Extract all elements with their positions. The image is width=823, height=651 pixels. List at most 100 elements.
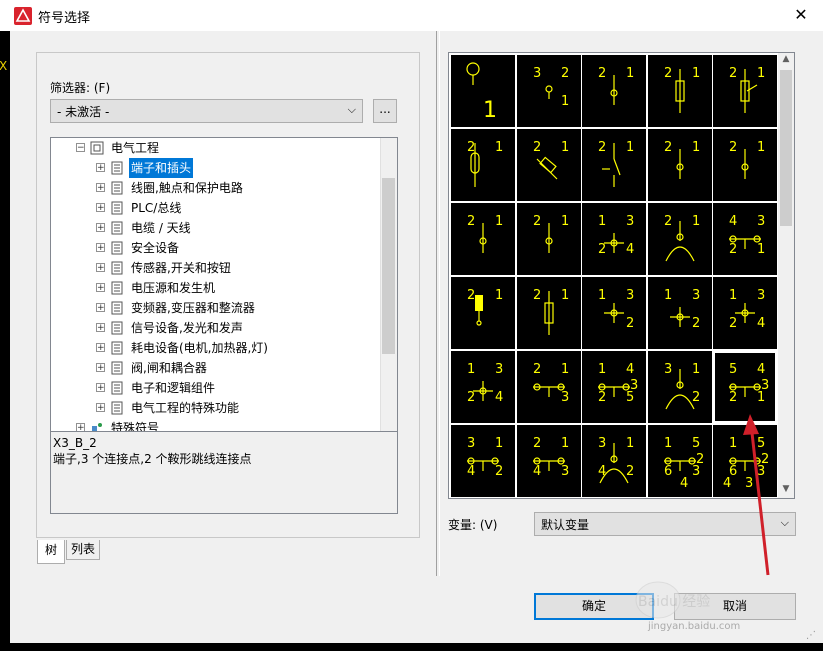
watermark-text: Baidu 经验 — [638, 594, 710, 610]
symbol-pin-label: 1 — [664, 288, 672, 303]
symbol-pin-label: 4 — [757, 316, 765, 331]
expand-icon[interactable]: + — [96, 383, 105, 393]
symbol-cell[interactable]: 1 3 2 4 — [451, 425, 515, 497]
symbol-cell[interactable]: 1 2 3 4 — [517, 425, 581, 497]
splitter[interactable] — [436, 31, 440, 576]
terminal-symbol-icon: 12 — [533, 140, 569, 180]
expand-icon[interactable]: + — [96, 223, 105, 233]
symbol-cell[interactable]: 3 4 1 2 — [713, 203, 777, 275]
expand-icon[interactable]: + — [96, 203, 105, 213]
expand-icon[interactable]: + — [96, 323, 105, 333]
symbol-cell[interactable]: 12 — [451, 277, 515, 349]
collapse-icon[interactable]: − — [76, 143, 85, 153]
symbol-pin-label: 4 — [626, 362, 634, 377]
tab-list[interactable]: 列表 — [66, 540, 100, 560]
symbol-cell[interactable]: 12 — [517, 129, 581, 201]
symbol-pin-label: 4 — [723, 476, 731, 491]
expand-icon[interactable]: + — [96, 263, 105, 273]
filter-select[interactable]: - 未激活 - ⌵ — [50, 99, 363, 123]
expand-icon[interactable]: + — [76, 423, 85, 431]
symbol-cell[interactable]: 12 — [517, 203, 581, 275]
symbol-pin-label: 2 — [533, 140, 541, 155]
symbol-cell[interactable]: 3 1 4 2 — [451, 351, 515, 423]
symbol-library-icon — [111, 241, 123, 255]
symbol-cell[interactable]: 3 1 2 — [648, 277, 712, 349]
symbol-pin-label: 1 — [495, 288, 503, 303]
symbol-pin-label: 4 — [626, 242, 634, 257]
grid-scrollbar-thumb[interactable] — [780, 70, 792, 226]
terminal-symbol-icon: 1 3 2 4 — [598, 436, 634, 484]
symbol-library-icon — [111, 301, 123, 315]
symbol-pin-label: 3 — [533, 66, 541, 81]
expand-icon[interactable]: + — [96, 243, 105, 253]
close-icon[interactable]: ✕ — [790, 4, 812, 26]
expand-icon[interactable]: + — [96, 303, 105, 313]
symbol-pin-label: 2 — [533, 362, 541, 377]
filter-select-value: - 未激活 - — [57, 105, 110, 119]
symbol-cell[interactable]: 3 1 2 — [582, 277, 646, 349]
tree-item-label: 安全设备 — [131, 241, 180, 255]
expand-icon[interactable]: + — [96, 183, 105, 193]
filter-browse-button[interactable]: ... — [373, 99, 397, 123]
symbol-cell[interactable]: 12 — [648, 203, 712, 275]
symbol-cell[interactable]: 2 3 1 — [517, 55, 581, 127]
tree-item-label: 线圈,触点和保护电路 — [131, 181, 243, 195]
filter-label: 筛选器: (F) — [50, 81, 111, 95]
tree-scrollbar-thumb[interactable] — [382, 178, 395, 354]
symbol-cell[interactable]: 12 — [713, 129, 777, 201]
symbol-pin-label: 2 — [467, 288, 475, 303]
symbol-pin-label: 1 — [757, 66, 765, 81]
expand-icon[interactable]: + — [96, 403, 105, 413]
symbol-pin-label: 3 — [561, 464, 569, 479]
symbol-cell[interactable]: 1 2 3 — [517, 351, 581, 423]
symbol-cell[interactable]: 513624 — [648, 425, 712, 497]
symbol-cell[interactable]: 12 — [582, 129, 646, 201]
symbol-pin-label: 2 — [729, 316, 737, 331]
symbol-cell[interactable]: 1 — [451, 55, 515, 127]
symbol-pin-label: 2 — [692, 316, 700, 331]
tree-item-label: 电气工程 — [111, 141, 160, 155]
symbol-cell[interactable]: 3 1 4 2 — [713, 277, 777, 349]
symbol-cell[interactable]: 12 — [582, 55, 646, 127]
symbol-pin-label: 1 — [757, 242, 765, 257]
symbol-pin-label: 1 — [692, 140, 700, 155]
symbol-pin-label: 1 — [626, 140, 634, 155]
expand-icon[interactable]: + — [96, 343, 105, 353]
symbol-pin-label: 3 — [626, 288, 634, 303]
symbol-pin-label: 3 — [561, 390, 569, 405]
symbol-pin-label: 1 — [561, 94, 569, 109]
symbol-pin-label: 3 — [757, 214, 765, 229]
terminal-symbol-icon: 12 — [467, 140, 503, 187]
symbol-pin-label: 3 — [598, 436, 606, 451]
symbol-pin-label: 5 — [729, 362, 737, 377]
tree-item-label: 电缆 / 天线 — [131, 221, 191, 235]
expand-icon[interactable]: + — [96, 163, 105, 173]
symbol-cell[interactable]: 1 3 2 4 — [582, 425, 646, 497]
symbol-cell[interactable]: 12 — [648, 55, 712, 127]
symbol-cell[interactable]: 3 1 4 2 — [582, 203, 646, 275]
symbol-cell[interactable]: 12 — [517, 277, 581, 349]
symbol-library-icon — [111, 401, 123, 415]
terminal-symbol-icon: 3 1 2 — [598, 288, 634, 331]
symbol-library-icon — [111, 201, 123, 215]
symbol-cell[interactable]: 1 3 2 — [648, 351, 712, 423]
symbol-library-icon — [111, 281, 123, 295]
symbol-pin-label: 1 — [483, 98, 497, 123]
background-bottom-strip — [0, 643, 823, 651]
symbol-pin-label: 2 — [664, 140, 672, 155]
expand-icon[interactable]: + — [96, 283, 105, 293]
symbol-cell[interactable]: 41523 — [582, 351, 646, 423]
resize-grip-icon[interactable]: ⋰ — [806, 630, 820, 642]
symbol-pin-label: 2 — [664, 66, 672, 81]
symbol-cell[interactable]: 12 — [451, 203, 515, 275]
symbol-cell[interactable]: 12 — [451, 129, 515, 201]
symbol-cell[interactable]: 12 — [713, 55, 777, 127]
symbol-pin-label: 1 — [495, 140, 503, 155]
expand-icon[interactable]: + — [96, 363, 105, 373]
symbol-tree[interactable]: − 电气工程 + 端子和插头 + 线圈,触点和保护电路 + PLC/总线 + 电缆 / 天线 + 安全… — [50, 137, 398, 432]
symbol-pin-label: 4 — [533, 464, 541, 479]
symbol-cell[interactable]: 12 — [648, 129, 712, 201]
tab-tree[interactable]: 树 — [37, 540, 65, 564]
symbol-pin-label: 1 — [757, 140, 765, 155]
scroll-up-icon[interactable]: ▲ — [778, 54, 794, 68]
